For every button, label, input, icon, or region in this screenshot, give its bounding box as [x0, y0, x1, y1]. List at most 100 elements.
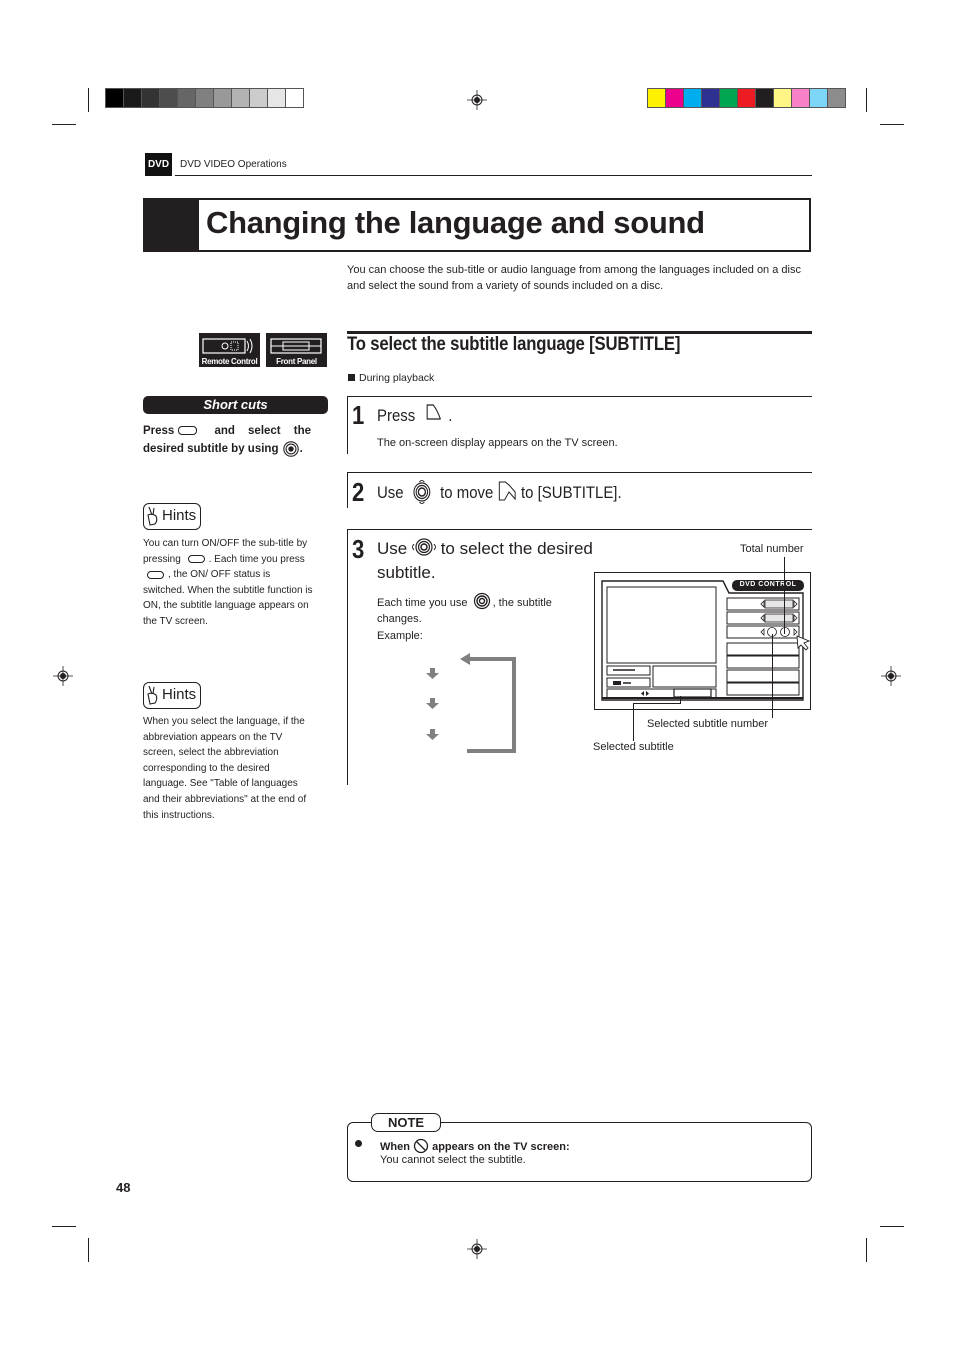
hint-text-part: . Each time you press [208, 553, 305, 565]
hint-text-1: You can turn ON/OFF the sub-title by pre… [143, 536, 313, 630]
section-label: DVD VIDEO Operations [180, 159, 287, 170]
jog-dial-vertical-icon [413, 479, 431, 505]
badge-remote-control: Remote Control [199, 333, 260, 367]
condition-text: During playback [359, 372, 435, 384]
front-panel-icon [270, 338, 322, 354]
color-swatch [702, 89, 719, 107]
color-swatch [178, 89, 195, 107]
subtitle-button-icon [147, 570, 164, 579]
badge-label: Remote Control [201, 357, 258, 366]
intro-paragraph: You can choose the sub-title or audio la… [347, 264, 801, 292]
page-number: 48 [116, 1180, 131, 1195]
registration-mark-icon [467, 90, 487, 110]
step-text-part: . [448, 406, 453, 425]
step-number: 1 [352, 400, 365, 430]
shortcuts-heading: Short cuts [143, 396, 328, 414]
step-text-part: Use [377, 539, 408, 558]
title-accent-block [143, 198, 199, 252]
color-swatch [142, 89, 159, 107]
example-label: Example: [377, 630, 423, 642]
hint-text-part: , the ON/ OFF status is switched. When t… [143, 569, 313, 627]
badge-label: Front Panel [276, 357, 317, 366]
step-text-part: to select the desired subtitle. [377, 539, 593, 582]
dvd-control-label: DVD CONTROL [739, 581, 797, 588]
callout-line [633, 703, 634, 741]
color-swatch [214, 89, 231, 107]
registration-mark-icon [881, 666, 901, 686]
bullet-icon [355, 1140, 362, 1147]
hint-text-2: When you select the language, if the abb… [143, 716, 307, 821]
subtitle-cycle-diagram [426, 653, 516, 753]
crop-mark [880, 1226, 904, 1227]
color-swatch [684, 89, 701, 107]
color-swatch [106, 89, 123, 107]
color-swatch [738, 89, 755, 107]
crop-mark [880, 124, 904, 125]
note-heading: When appears on the TV screen: [380, 1138, 570, 1154]
grayscale-color-bar [105, 88, 304, 108]
color-swatch [828, 89, 845, 107]
subtitle-button-icon [178, 426, 198, 436]
step-1-subtext: The on-screen display appears on the TV … [377, 437, 618, 449]
cursor-arrow-icon [498, 481, 516, 501]
step-text-part: to move [440, 483, 494, 502]
callout-selected-subtitle: Selected subtitle [593, 741, 674, 753]
step-divider [347, 472, 348, 508]
color-swatch [232, 89, 249, 107]
step-3-subtext: Each time you use , the subtitle changes… [377, 592, 587, 627]
badge-front-panel: Front Panel [266, 333, 327, 367]
on-screen-display-diagram: DVD CONTROL [594, 572, 811, 710]
header-divider [175, 175, 812, 176]
color-swatch [810, 89, 827, 107]
step-divider [347, 396, 348, 454]
color-swatch [124, 89, 141, 107]
color-swatch [648, 89, 665, 107]
callout-line [772, 634, 773, 718]
jog-dial-horizontal-icon [411, 538, 437, 556]
shortcut-text-part: . [299, 443, 303, 456]
color-swatch [250, 89, 267, 107]
step-number: 2 [352, 477, 365, 507]
dvd-control-screen [601, 580, 810, 701]
registration-mark-icon [53, 666, 73, 686]
dvd-tag: DVD [145, 153, 172, 176]
callout-line [633, 703, 681, 704]
crop-mark [88, 88, 89, 112]
page-title: Changing the language and sound [206, 205, 705, 240]
callout-line [784, 557, 785, 634]
callout-line [680, 696, 681, 704]
note-body: You cannot select the subtitle. [380, 1154, 526, 1166]
crop-mark [866, 88, 867, 112]
hand-icon [147, 685, 158, 705]
hints-badge: Hints [143, 503, 201, 530]
color-swatch [720, 89, 737, 107]
color-swatch [666, 89, 683, 107]
step-1-text: Press . [377, 403, 452, 426]
color-swatch [286, 89, 303, 107]
shortcuts-text: Press and select the desired subtitle by… [143, 422, 311, 458]
crop-mark [52, 1226, 76, 1227]
step-3-text: Use to select the desired subtitle. [377, 537, 607, 585]
crop-mark [866, 1238, 867, 1262]
step-number: 3 [352, 534, 365, 564]
jog-dial-icon [282, 441, 299, 457]
color-swatch [792, 89, 809, 107]
down-arrow-icon [426, 668, 439, 740]
shortcut-text-part: Press [143, 425, 175, 437]
process-color-bar [647, 88, 846, 108]
step-2-text: Use to move to [SUBTITLE]. [377, 479, 622, 505]
color-swatch [160, 89, 177, 107]
note-heading-part: When [380, 1141, 410, 1153]
subtitle-button-icon [187, 554, 205, 563]
color-swatch [196, 89, 213, 107]
crop-mark [52, 124, 76, 125]
step-divider [347, 529, 348, 785]
hints-label: Hints [162, 507, 197, 524]
step-sub-part: Each time you use [377, 597, 468, 609]
prohibited-icon [413, 1138, 429, 1154]
on-screen-button-icon [426, 404, 442, 420]
callout-total-number: Total number [740, 543, 804, 555]
remote-control-icon [202, 338, 253, 354]
hints-label: Hints [162, 686, 197, 703]
step-divider [347, 472, 812, 473]
